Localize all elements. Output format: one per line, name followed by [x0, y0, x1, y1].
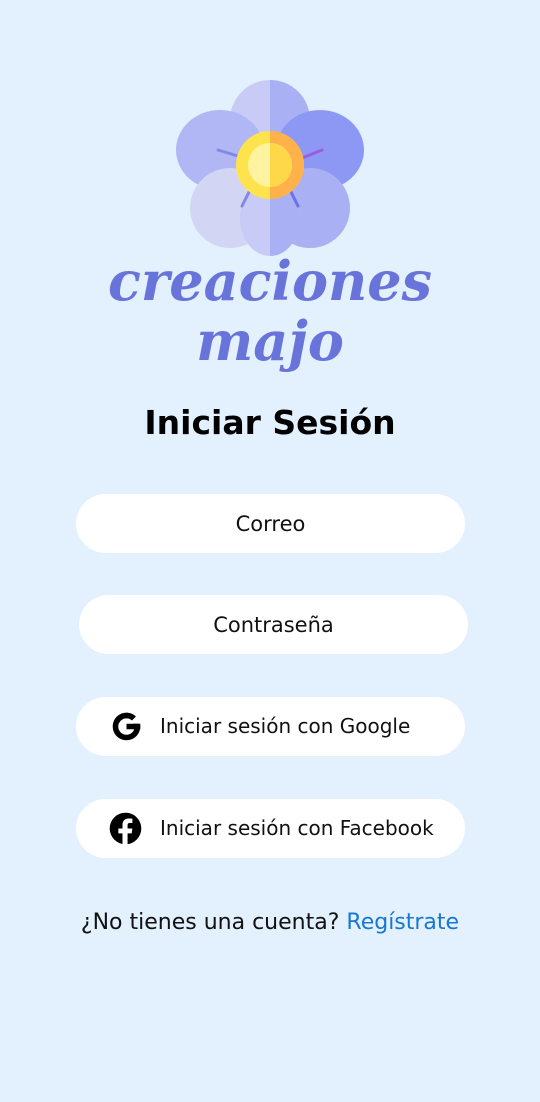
email-field[interactable] [76, 494, 465, 553]
register-link[interactable]: Regístrate [346, 910, 459, 935]
google-login-button[interactable]: Iniciar sesión con Google [76, 697, 465, 756]
brand-wordmark: creaciones majo [108, 249, 432, 373]
page-title: Iniciar Sesión [144, 403, 396, 442]
password-field[interactable] [79, 595, 468, 654]
signup-prompt-text: ¿No tienes una cuenta? [80, 910, 340, 935]
google-icon [112, 712, 141, 741]
flower-logo-icon [176, 80, 364, 256]
signup-prompt: ¿No tienes una cuenta? Regístrate [0, 910, 540, 935]
svg-text:creaciones: creaciones [108, 249, 432, 313]
svg-text:majo: majo [196, 309, 344, 373]
facebook-icon [109, 812, 142, 845]
facebook-login-button[interactable]: Iniciar sesión con Facebook [76, 799, 465, 858]
facebook-login-label: Iniciar sesión con Facebook [160, 816, 434, 840]
google-login-label: Iniciar sesión con Google [160, 714, 411, 738]
